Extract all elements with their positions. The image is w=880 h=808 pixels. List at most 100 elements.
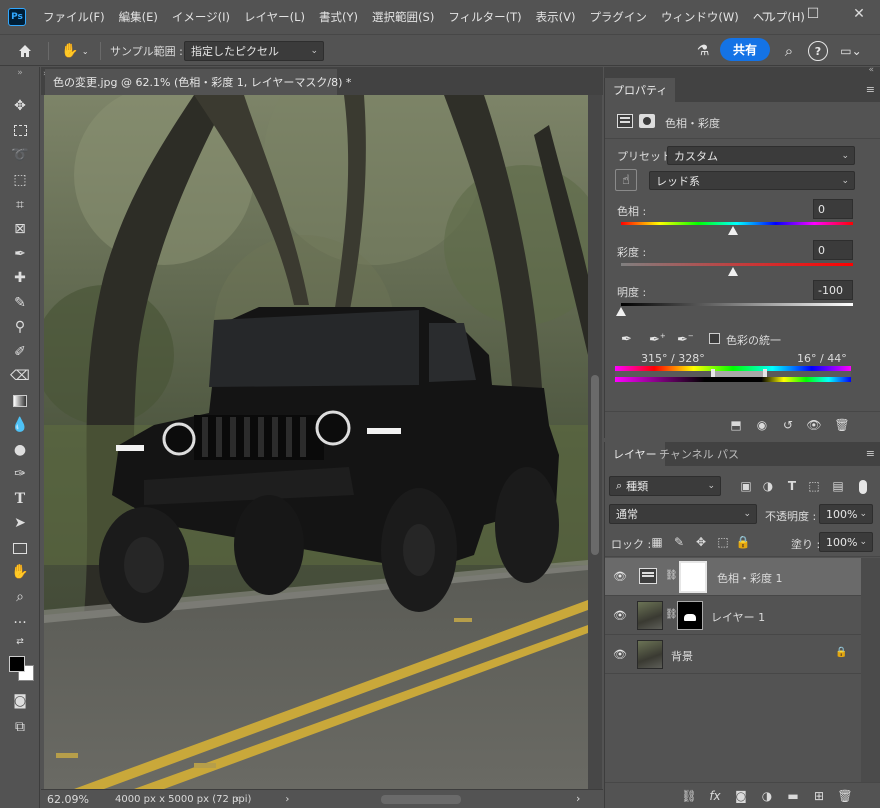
link-layers-icon[interactable]: ⛓: [679, 787, 699, 805]
eyedropper-tool-icon[interactable]: ✒: [0, 243, 40, 265]
lightness-slider-thumb[interactable]: [616, 307, 626, 316]
menu-item[interactable]: 選択範囲(S): [365, 9, 441, 25]
menu-item[interactable]: ウィンドウ(W): [654, 9, 746, 25]
blend-mode-select[interactable]: 通常 ⌄: [609, 504, 757, 524]
menu-item[interactable]: レイヤー(L): [237, 9, 312, 25]
channel-select[interactable]: レッド系 ⌄: [649, 171, 855, 190]
history-brush-tool-icon[interactable]: ✐: [0, 341, 40, 363]
hue-slider-track[interactable]: [621, 222, 853, 225]
lasso-tool-icon[interactable]: ➰: [0, 144, 40, 166]
workspace-icon[interactable]: ▭⌄: [836, 41, 866, 61]
brush-tool-icon[interactable]: ✎: [0, 292, 40, 314]
sample-size-select[interactable]: 指定したピクセル ⌄: [184, 41, 324, 61]
home-icon[interactable]: [14, 40, 36, 62]
filter-shape-icon[interactable]: ⬚: [805, 478, 823, 494]
layer-filter-select[interactable]: ⌕ 種類 ⌄: [609, 476, 721, 496]
pen-tool-icon[interactable]: ✑: [0, 463, 40, 485]
menu-item[interactable]: 編集(E): [112, 9, 165, 25]
saturation-input[interactable]: 0: [813, 240, 853, 260]
eraser-tool-icon[interactable]: ⌫: [0, 365, 40, 387]
foreground-color-swatch-front[interactable]: [9, 656, 25, 672]
rectangle-tool-icon[interactable]: [0, 537, 40, 559]
lock-all-icon[interactable]: 🔒: [735, 534, 751, 550]
saturation-slider-track[interactable]: [621, 263, 853, 266]
filter-adjustment-icon[interactable]: ◑: [759, 478, 777, 494]
share-button[interactable]: 共有: [720, 38, 770, 61]
layer-mask-thumbnail[interactable]: [679, 561, 707, 593]
minimize-icon[interactable]: ─: [744, 0, 790, 28]
maximize-icon[interactable]: ☐: [790, 0, 836, 28]
new-adjustment-icon[interactable]: ◑: [757, 787, 777, 805]
eyedropper-plus-icon[interactable]: ✒+: [649, 332, 666, 347]
lock-artboard-icon[interactable]: ⬚: [715, 534, 731, 550]
layer-style-icon[interactable]: fx: [705, 787, 725, 805]
eyedropper-minus-icon[interactable]: ✒−: [677, 332, 694, 347]
clip-to-layer-icon[interactable]: ⬒: [725, 416, 747, 434]
layer-visibility-icon[interactable]: 👁: [613, 570, 627, 583]
flask-icon[interactable]: ⚗: [692, 40, 714, 62]
view-previous-icon[interactable]: ◉: [751, 416, 773, 434]
screen-mode-icon[interactable]: ⧉: [0, 716, 40, 738]
lightness-slider-track[interactable]: [621, 303, 853, 306]
layer-link-icon[interactable]: ⛓: [665, 609, 678, 620]
vertical-scrollbar[interactable]: [588, 95, 602, 789]
filter-type-icon[interactable]: T: [783, 478, 801, 494]
layer-link-icon[interactable]: ⛓: [665, 570, 678, 581]
more-tools-icon[interactable]: ···: [0, 612, 40, 634]
visibility-icon[interactable]: 👁: [803, 416, 825, 434]
zoom-readout[interactable]: 62.09%: [47, 793, 97, 806]
saturation-slider-thumb[interactable]: [728, 267, 738, 276]
layers-panel-menu-icon[interactable]: ≡: [866, 447, 875, 460]
layer-mask-thumbnail[interactable]: [677, 601, 703, 630]
clone-stamp-tool-icon[interactable]: ⚲: [0, 316, 40, 338]
lock-position-icon[interactable]: ✥: [693, 534, 709, 550]
path-selection-tool-icon[interactable]: ➤: [0, 512, 40, 534]
horizontal-scrollbar-thumb[interactable]: [381, 795, 461, 804]
scrollbar-thumb[interactable]: [591, 375, 599, 555]
delete-adjustment-icon[interactable]: 🗑: [831, 416, 853, 434]
delete-layer-icon[interactable]: 🗑: [835, 787, 855, 805]
menu-item[interactable]: イメージ(I): [165, 9, 237, 25]
targeted-adjustment-icon[interactable]: ☝: [615, 169, 637, 191]
marquee-tool-icon[interactable]: [0, 119, 40, 141]
fill-field[interactable]: 100% ⌄: [819, 532, 873, 552]
lightness-input[interactable]: -100: [813, 280, 853, 300]
hand-tool-preset-icon[interactable]: ✋ ⌄: [60, 40, 90, 62]
scroll-left-icon[interactable]: ‹: [235, 792, 239, 805]
layer-thumbnail[interactable]: [637, 640, 663, 669]
swap-colors-icon[interactable]: ⇄: [0, 635, 40, 649]
lock-image-icon[interactable]: ✎: [671, 534, 687, 550]
layer-thumbnail[interactable]: [637, 601, 663, 630]
menu-item[interactable]: 表示(V): [529, 9, 583, 25]
preset-select[interactable]: カスタム ⌄: [667, 146, 855, 165]
eyedropper-icon[interactable]: ✒: [621, 332, 632, 347]
menu-item[interactable]: プラグイン: [582, 9, 654, 25]
frame-tool-icon[interactable]: ⊠: [0, 218, 40, 240]
hand-tool-icon[interactable]: ✋: [0, 561, 40, 583]
menu-item[interactable]: フィルター(T): [441, 9, 528, 25]
add-mask-icon[interactable]: ◙: [731, 787, 751, 805]
canvas-image[interactable]: [44, 95, 588, 789]
help-icon[interactable]: ?: [808, 41, 828, 61]
layer-visibility-icon[interactable]: 👁: [613, 609, 627, 622]
layer-row-layer-1[interactable]: 👁 ⛓ レイヤー 1: [605, 597, 861, 635]
filter-toggle[interactable]: [859, 480, 867, 494]
filter-pixel-icon[interactable]: ▣: [737, 478, 755, 494]
hue-input[interactable]: 0: [813, 199, 853, 219]
layer-row-background[interactable]: 👁 背景 🔒: [605, 636, 861, 674]
layer-visibility-icon[interactable]: 👁: [613, 648, 627, 661]
hue-slider-thumb[interactable]: [728, 226, 738, 235]
new-layer-icon[interactable]: ⊞: [809, 787, 829, 805]
quick-mask-icon[interactable]: ◙: [0, 690, 40, 712]
document-tab[interactable]: 色の変更.jpg @ 62.1% (色相・彩度 1, レイヤーマスク/8) *: [45, 69, 351, 95]
crop-tool-icon[interactable]: ⌗: [0, 194, 40, 216]
scroll-right-icon[interactable]: ›: [576, 792, 580, 805]
tab-properties[interactable]: プロパティ: [605, 78, 676, 102]
reset-icon[interactable]: ↺: [777, 416, 799, 434]
status-expand-icon[interactable]: ›: [285, 794, 289, 805]
menu-item[interactable]: ファイル(F): [36, 9, 112, 25]
collapse-dock-icon[interactable]: «: [868, 65, 874, 75]
mask-icon[interactable]: [639, 114, 655, 128]
move-tool-icon[interactable]: ✥: [0, 95, 40, 117]
layers-scrollbar[interactable]: [861, 558, 880, 782]
